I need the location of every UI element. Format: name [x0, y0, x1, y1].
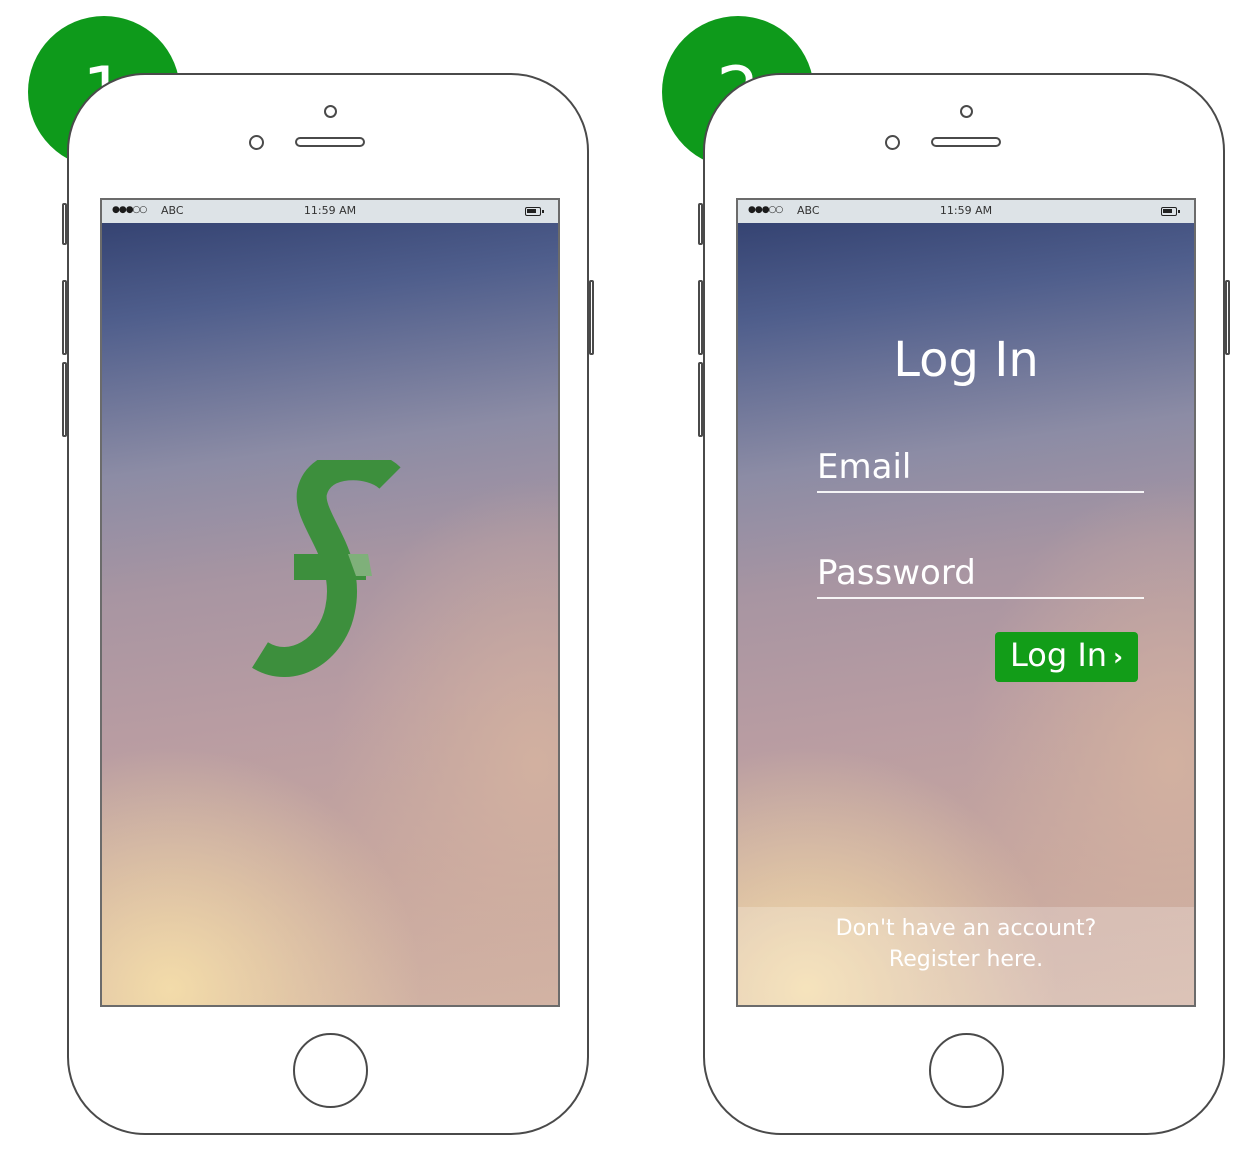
- proximity-sensor: [249, 135, 264, 150]
- mute-switch: [698, 203, 703, 245]
- password-field[interactable]: [817, 549, 1144, 597]
- status-time: 11:59 AM: [303, 204, 357, 217]
- phone-frame-login: ●●●○○ ABC 11:59 AM Log In Log In › Don't…: [698, 73, 1230, 1135]
- proximity-sensor: [885, 135, 900, 150]
- mute-switch: [62, 203, 67, 245]
- splash-screen: ●●●○○ ABC 11:59 AM: [100, 198, 560, 1007]
- volume-up-button: [698, 280, 703, 355]
- app-logo-icon: [252, 460, 401, 677]
- battery-icon: [1161, 207, 1180, 216]
- status-time: 11:59 AM: [939, 204, 993, 217]
- status-bar: ●●●○○ ABC 11:59 AM: [738, 200, 1194, 223]
- home-button[interactable]: [293, 1033, 368, 1108]
- email-field-wrapper: [817, 443, 1144, 493]
- status-bar: ●●●○○ ABC 11:59 AM: [102, 200, 558, 223]
- power-button: [589, 280, 594, 355]
- phone-frame-splash: ●●●○○ ABC 11:59 AM: [62, 73, 594, 1135]
- register-link-text[interactable]: Register here.: [738, 944, 1194, 975]
- login-button-label: Log In: [1010, 636, 1108, 674]
- login-screen: ●●●○○ ABC 11:59 AM Log In Log In › Don't…: [736, 198, 1196, 1007]
- volume-up-button: [62, 280, 67, 355]
- front-camera: [960, 105, 973, 118]
- volume-down-button: [698, 362, 703, 437]
- register-prompt-text: Don't have an account?: [835, 916, 1097, 941]
- chevron-right-icon: ›: [1113, 643, 1123, 671]
- volume-down-button: [62, 362, 67, 437]
- home-button[interactable]: [929, 1033, 1004, 1108]
- register-link[interactable]: Don't have an account? Register here.: [738, 907, 1194, 1005]
- front-camera: [324, 105, 337, 118]
- power-button: [1225, 280, 1230, 355]
- password-field-wrapper: [817, 549, 1144, 599]
- battery-icon: [525, 207, 544, 216]
- email-field[interactable]: [817, 443, 1144, 491]
- login-button[interactable]: Log In ›: [995, 632, 1138, 682]
- login-title: Log In: [893, 332, 1039, 388]
- earpiece-speaker: [931, 137, 1001, 147]
- earpiece-speaker: [295, 137, 365, 147]
